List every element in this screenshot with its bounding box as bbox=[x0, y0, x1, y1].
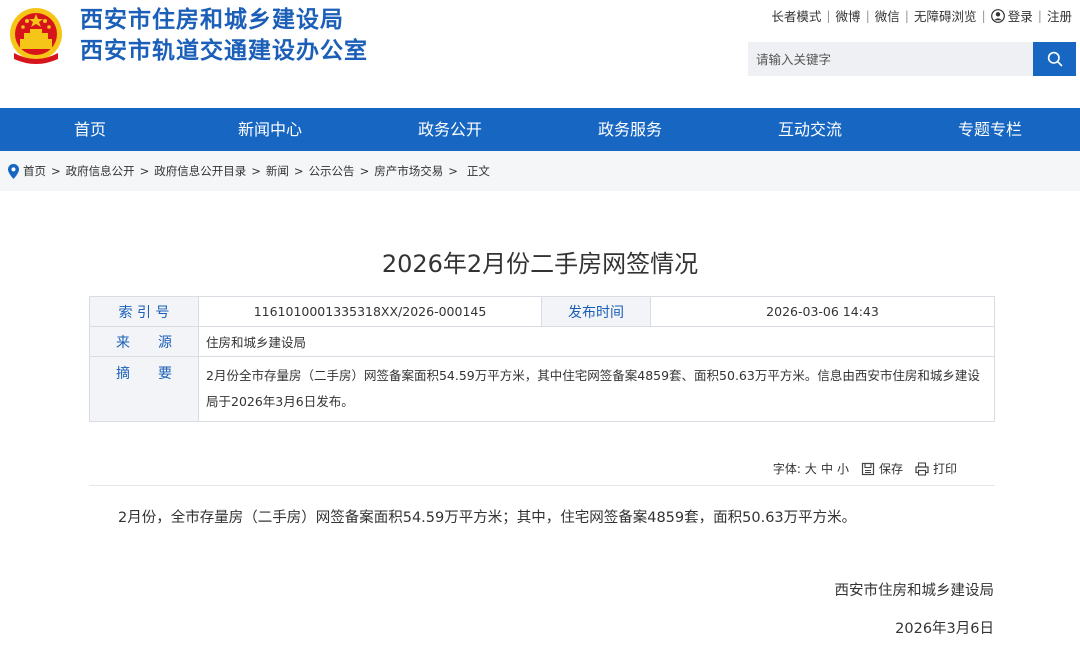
search-icon bbox=[1047, 51, 1062, 67]
site-title[interactable]: 西安市住房和城乡建设局 西安市轨道交通建设办公室 bbox=[80, 5, 368, 67]
font-size-medium[interactable]: 中 bbox=[821, 460, 833, 477]
publish-date-value: 2026-03-06 14:43 bbox=[650, 296, 995, 327]
meta-row: 摘 要 2月份全市存量房（二手房）网签备案面积54.59万平方米，其中住宅网签备… bbox=[89, 356, 995, 422]
print-icon bbox=[915, 461, 929, 476]
article-tools: 字体: 大 中 小 保存 打印 bbox=[773, 460, 957, 477]
nav-home[interactable]: 首页 bbox=[0, 108, 180, 151]
breadcrumb-news[interactable]: 新闻 bbox=[266, 163, 289, 179]
meta-row: 索 引 号 1161010001335318XX/2026-000145 发布时… bbox=[89, 296, 995, 327]
font-size-label: 字体: bbox=[772, 462, 801, 476]
separator: | bbox=[826, 8, 831, 23]
index-number-label: 索 引 号 bbox=[89, 296, 199, 327]
user-icon bbox=[990, 8, 1005, 23]
publish-date-label: 发布时间 bbox=[541, 296, 651, 327]
breadcrumb-separator: > bbox=[139, 164, 150, 178]
nav-interaction[interactable]: 互动交流 bbox=[720, 108, 900, 151]
breadcrumb: 首页 > 政府信息公开 > 政府信息公开目录 > 新闻 > 公示公告 > 房产市场交易 > … bbox=[0, 151, 1080, 191]
separator: | bbox=[904, 8, 910, 23]
breadcrumb-separator: > bbox=[359, 164, 370, 178]
abstract-value: 2月份全市存量房（二手房）网签备案面积54.59万平方米，其中住宅网签备案485… bbox=[198, 356, 995, 422]
breadcrumb-current: 正文 bbox=[466, 164, 490, 178]
breadcrumb-separator: > bbox=[251, 164, 261, 178]
article-body: 2月份，全市存量房（二手房）网签备案面积54.59万平方米；其中，住宅网签备案4… bbox=[118, 510, 857, 526]
login-link[interactable]: 登录 bbox=[1008, 6, 1033, 25]
search-button[interactable] bbox=[1033, 42, 1076, 76]
breadcrumb-announcements[interactable]: 公示公告 bbox=[309, 163, 355, 179]
site-title-line2: 西安市轨道交通建设办公室 bbox=[80, 38, 368, 64]
source-value: 住房和城乡建设局 bbox=[198, 326, 995, 357]
site-title-line1: 西安市住房和城乡建设局 bbox=[80, 7, 344, 33]
wechat-link[interactable]: 微信 bbox=[875, 6, 900, 25]
separator: | bbox=[865, 8, 870, 23]
nav-special-topics[interactable]: 专题专栏 bbox=[900, 108, 1080, 151]
register-link[interactable]: 注册 bbox=[1047, 6, 1072, 25]
abstract-label: 摘 要 bbox=[89, 356, 199, 422]
location-pin-icon bbox=[8, 163, 19, 179]
nav-gov-services[interactable]: 政务服务 bbox=[540, 108, 720, 151]
separator: | bbox=[1037, 8, 1042, 23]
search-box bbox=[748, 42, 1076, 76]
source-label: 来 源 bbox=[89, 326, 199, 357]
save-button[interactable]: 保存 bbox=[879, 460, 903, 477]
breadcrumb-gov-info[interactable]: 政府信息公开 bbox=[66, 163, 135, 179]
nav-gov-affairs[interactable]: 政务公开 bbox=[360, 108, 540, 151]
national-emblem-icon bbox=[10, 8, 62, 64]
nav-news[interactable]: 新闻中心 bbox=[180, 108, 360, 151]
search-input[interactable] bbox=[756, 42, 1026, 76]
font-size-large[interactable]: 大 bbox=[805, 460, 817, 477]
separator: | bbox=[981, 8, 986, 23]
breadcrumb-home[interactable]: 首页 bbox=[23, 163, 46, 179]
meta-row: 来 源 住房和城乡建设局 bbox=[89, 326, 995, 357]
article-signature: 西安市住房和城乡建设局 bbox=[834, 583, 995, 599]
font-size-small[interactable]: 小 bbox=[837, 460, 849, 477]
article-title: 2026年2月份二手房网签情况 bbox=[381, 250, 699, 278]
breadcrumb-separator: > bbox=[51, 164, 61, 178]
site-header: 西安市住房和城乡建设局 西安市轨道交通建设办公室 长者模式 | 微博 | 微信 … bbox=[0, 0, 1080, 108]
accessibility-link[interactable]: 无障碍浏览 bbox=[914, 6, 977, 25]
top-links: 长者模式 | 微博 | 微信 | 无障碍浏览 | 登录 | 注册 bbox=[771, 6, 1072, 25]
index-number-value: 1161010001335318XX/2026-000145 bbox=[198, 296, 542, 327]
elder-mode-link[interactable]: 长者模式 bbox=[771, 6, 821, 25]
breadcrumb-housing-market[interactable]: 房产市场交易 bbox=[374, 163, 443, 179]
save-icon bbox=[861, 462, 875, 475]
breadcrumb-separator: > bbox=[448, 164, 458, 178]
weibo-link[interactable]: 微博 bbox=[836, 6, 861, 25]
article-sign-date: 2026年3月6日 bbox=[895, 621, 994, 637]
content-divider bbox=[89, 485, 995, 486]
article-meta-table: 索 引 号 1161010001335318XX/2026-000145 发布时… bbox=[89, 296, 995, 422]
main-nav: 首页 新闻中心 政务公开 政务服务 互动交流 专题专栏 bbox=[0, 108, 1080, 151]
breadcrumb-separator: > bbox=[293, 164, 304, 178]
breadcrumb-gov-info-catalog[interactable]: 政府信息公开目录 bbox=[154, 163, 246, 179]
print-button[interactable]: 打印 bbox=[933, 460, 957, 477]
